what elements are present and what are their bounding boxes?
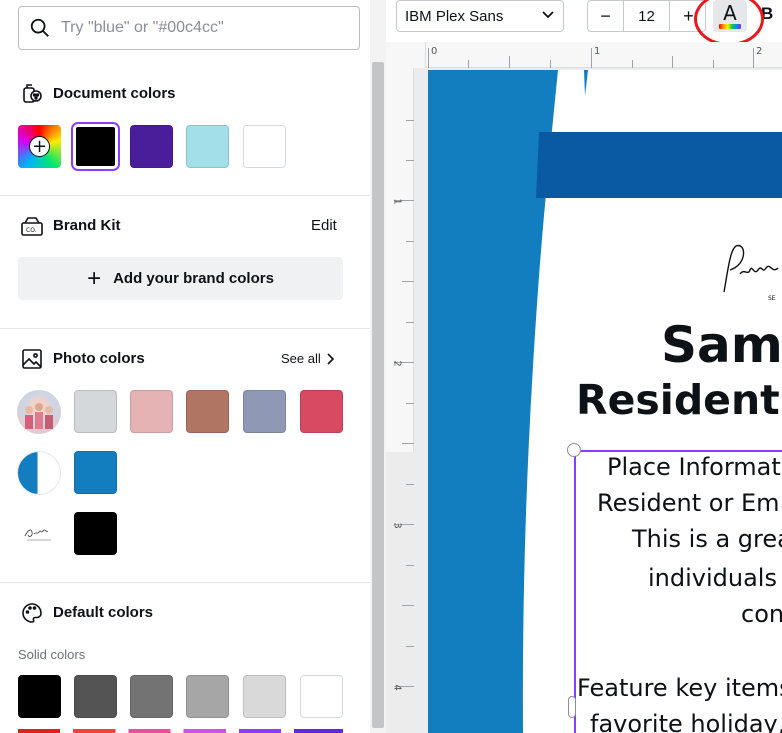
body-text-line[interactable]: individuals bbox=[648, 564, 777, 592]
photo-thumbnail[interactable] bbox=[17, 390, 61, 434]
rotate-handle[interactable] bbox=[567, 443, 581, 457]
ruler-number: 3 bbox=[391, 522, 403, 529]
font-size-value[interactable]: 12 bbox=[624, 1, 669, 31]
signature-logo: SE bbox=[723, 244, 779, 302]
see-all-label: See all bbox=[281, 351, 321, 366]
svg-text:CO.: CO. bbox=[26, 227, 37, 234]
brand-kit-title: Brand Kit bbox=[53, 217, 121, 234]
font-size-stepper: − 12 + bbox=[587, 0, 706, 32]
signature-logo-icon bbox=[24, 529, 51, 541]
photo-thumbnail[interactable] bbox=[17, 512, 61, 556]
default-color-swatch[interactable] bbox=[300, 675, 343, 718]
photo-color-swatch[interactable] bbox=[74, 512, 117, 555]
photo-people-icon bbox=[25, 403, 53, 429]
ruler-number: 1 bbox=[594, 46, 601, 57]
default-colors-title: Default colors bbox=[53, 604, 154, 621]
default-color-swatch[interactable] bbox=[243, 675, 286, 718]
ruler-number: 0 bbox=[431, 46, 438, 57]
default-color-swatch[interactable] bbox=[74, 675, 117, 718]
brand-kit-icon: CO. bbox=[21, 217, 43, 236]
image-icon bbox=[22, 349, 42, 369]
plus-icon: + bbox=[29, 136, 50, 157]
chevron-down-icon bbox=[542, 11, 554, 19]
chevron-right-icon bbox=[327, 352, 334, 365]
photo-color-swatch[interactable] bbox=[74, 451, 117, 494]
divider bbox=[0, 328, 370, 329]
svg-text:SE: SE bbox=[768, 295, 776, 302]
document-color-swatch[interactable] bbox=[186, 125, 229, 168]
palette-icon bbox=[22, 603, 42, 623]
font-family-dropdown[interactable]: IBM Plex Sans bbox=[396, 0, 564, 32]
ruler-corner bbox=[386, 42, 426, 68]
color-search-box[interactable] bbox=[18, 6, 360, 50]
ruler-number: 1 bbox=[391, 198, 403, 205]
body-text-line[interactable]: Resident or Em bbox=[597, 489, 780, 517]
add-brand-colors-button[interactable]: + Add your brand colors bbox=[18, 257, 343, 300]
add-brand-colors-label: Add your brand colors bbox=[113, 270, 274, 287]
divider bbox=[0, 582, 370, 583]
photo-color-swatch[interactable] bbox=[243, 390, 286, 433]
decrease-font-size-button[interactable]: − bbox=[588, 1, 624, 31]
ruler-number: 2 bbox=[391, 360, 403, 367]
photo-color-swatch[interactable] bbox=[74, 390, 117, 433]
body-text-line[interactable]: This is a grea bbox=[632, 525, 782, 553]
photo-thumbnail[interactable] bbox=[17, 451, 61, 495]
color-search-input[interactable] bbox=[61, 19, 341, 37]
search-icon bbox=[30, 18, 49, 37]
brand-kit-edit-link[interactable]: Edit bbox=[311, 217, 337, 234]
color-panel: Document colors + CO. Brand Kit Edit + A… bbox=[0, 0, 370, 733]
document-colors-icon bbox=[23, 84, 42, 103]
resize-handle[interactable] bbox=[568, 696, 576, 718]
body-text-line[interactable]: Feature key items bbox=[577, 674, 782, 702]
photo-color-swatch[interactable] bbox=[130, 390, 173, 433]
left-ruler: 1 2 3 4 bbox=[386, 68, 414, 733]
add-color-button[interactable]: + bbox=[18, 125, 61, 168]
body-text-line[interactable]: con bbox=[741, 600, 782, 628]
see-all-link[interactable]: See all bbox=[281, 351, 334, 366]
document-color-swatch[interactable] bbox=[243, 125, 286, 168]
plus-icon: + bbox=[87, 264, 102, 292]
document-name-heading[interactable]: Sam bbox=[661, 316, 782, 374]
default-color-swatch[interactable] bbox=[130, 675, 173, 718]
font-family-value: IBM Plex Sans bbox=[405, 7, 504, 25]
divider bbox=[0, 195, 370, 196]
solid-colors-label: Solid colors bbox=[18, 647, 86, 662]
photo-colors-title: Photo colors bbox=[53, 350, 145, 367]
design-page[interactable]: SE Sam Resident o Place Informat Residen… bbox=[428, 70, 782, 733]
body-text-line[interactable]: Place Informat bbox=[607, 453, 781, 481]
body-text-line[interactable]: favorite holiday, bbox=[590, 710, 782, 733]
ruler-shade bbox=[386, 452, 414, 733]
top-ruler: 0 1 2 bbox=[386, 42, 782, 68]
photo-color-swatch[interactable] bbox=[300, 390, 343, 433]
photo-color-swatch[interactable] bbox=[186, 390, 229, 433]
document-role-heading[interactable]: Resident o bbox=[576, 376, 782, 424]
ruler-number: 4 bbox=[391, 684, 403, 691]
default-color-swatch[interactable] bbox=[18, 675, 61, 718]
next-swatch-row bbox=[18, 729, 343, 733]
default-color-swatch[interactable] bbox=[186, 675, 229, 718]
panel-scrollbar-thumb[interactable] bbox=[372, 62, 384, 728]
document-color-swatch[interactable] bbox=[130, 125, 173, 168]
document-color-swatch[interactable] bbox=[71, 122, 120, 171]
ruler-number: 2 bbox=[756, 46, 763, 57]
document-colors-title: Document colors bbox=[53, 85, 176, 102]
